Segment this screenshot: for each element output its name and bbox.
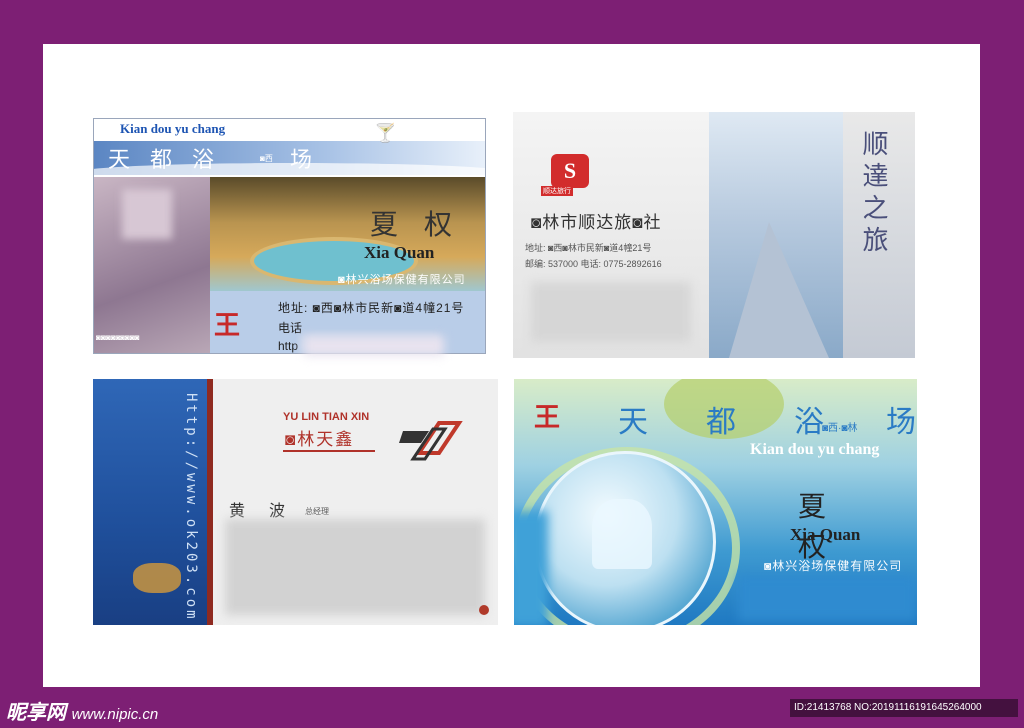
business-card-tianxin: Http://www.ok203.com YU LIN TIAN XIN ◙林天…: [93, 379, 498, 625]
photo-caption: ◙◙◙◙◙◙◙◙◙: [96, 333, 140, 342]
handshake-image: [133, 563, 181, 593]
image-id-watermark: ID:21413768 NO:20191116191645264000: [790, 699, 1018, 717]
brand-underline: [283, 450, 375, 452]
person-name-en: Xia Quan: [790, 525, 861, 544]
site-watermark: 昵享网 www.nipic.cn: [6, 696, 158, 725]
website-url: Http://www.ok203.com: [183, 393, 199, 622]
website-label: http: [278, 339, 299, 353]
water-splash: [592, 499, 652, 569]
card-pinyin: Kian dou yu chang: [120, 121, 226, 136]
cocktail-icon: 🍸: [374, 123, 397, 144]
site-name: 昵享网: [6, 702, 66, 724]
blurred-face: [122, 189, 172, 239]
person-name-en: Xia Quan: [364, 243, 435, 262]
agency-name: ◙林市顺达旅◙社: [531, 213, 662, 232]
postal-phone: 邮编: 537000 电话: 0775-2892616: [525, 259, 662, 269]
tianxin-logo-icon: [399, 421, 463, 461]
mountain-peak: [729, 222, 829, 358]
phone-label: 电话: [278, 321, 303, 335]
card-cn-last: 场: [290, 147, 313, 172]
business-card-bathhouse-2: 王 天都浴 ◙西·◙林 场 Kian dou yu chang 夏权 Xia Q…: [514, 379, 917, 625]
brand-name-cn: ◙林天鑫: [285, 430, 355, 449]
business-card-bathhouse-1: Kian dou yu chang 天都浴 ◙西 场 🍸 夏权 Xia Quan…: [93, 118, 486, 354]
address: 地址: ◙西◙林市民新◙道4幢21号: [525, 243, 652, 253]
card-cn-last: 场: [886, 406, 916, 439]
travel-logo: S: [551, 154, 589, 188]
blurred-contact: [531, 282, 691, 342]
brand-logo: 王: [214, 310, 241, 340]
brand-name-en: YU LIN TIAN XIN: [283, 411, 370, 423]
card-cn-title: 天都浴: [108, 148, 235, 173]
blurred-region: [304, 336, 444, 356]
company-name: ◙林兴浴场保健有限公司: [338, 274, 466, 286]
mountain-photo: [709, 112, 843, 358]
job-title: 总经理: [305, 507, 329, 516]
person-name: 夏权: [370, 208, 479, 241]
blurred-region: [514, 511, 548, 625]
person-name: 黄波: [229, 503, 310, 520]
card-cn-sub: ◙西·◙林: [822, 423, 858, 434]
brand-logo: 王: [534, 402, 561, 432]
travel-logo-text: 顺达旅行: [541, 186, 573, 196]
red-dot: [479, 605, 489, 615]
blurred-contact: [738, 575, 916, 621]
card-cn-sub: ◙西: [260, 154, 273, 163]
site-url: www.nipic.cn: [71, 706, 159, 723]
business-card-travel: S 顺达旅行 ◙林市顺达旅◙社 地址: ◙西◙林市民新◙道4幢21号 邮编: 5…: [513, 112, 915, 358]
card-pinyin: Kian dou yu chang: [750, 441, 880, 458]
company-name: ◙林兴浴场保健有限公司: [764, 559, 903, 573]
red-stripe: [207, 379, 213, 625]
address: 地址: ◙西◙林市民新◙道4幢21号: [278, 301, 465, 315]
blurred-contact: [225, 519, 485, 615]
calligraphy-text: 顺達之旅: [858, 130, 888, 258]
